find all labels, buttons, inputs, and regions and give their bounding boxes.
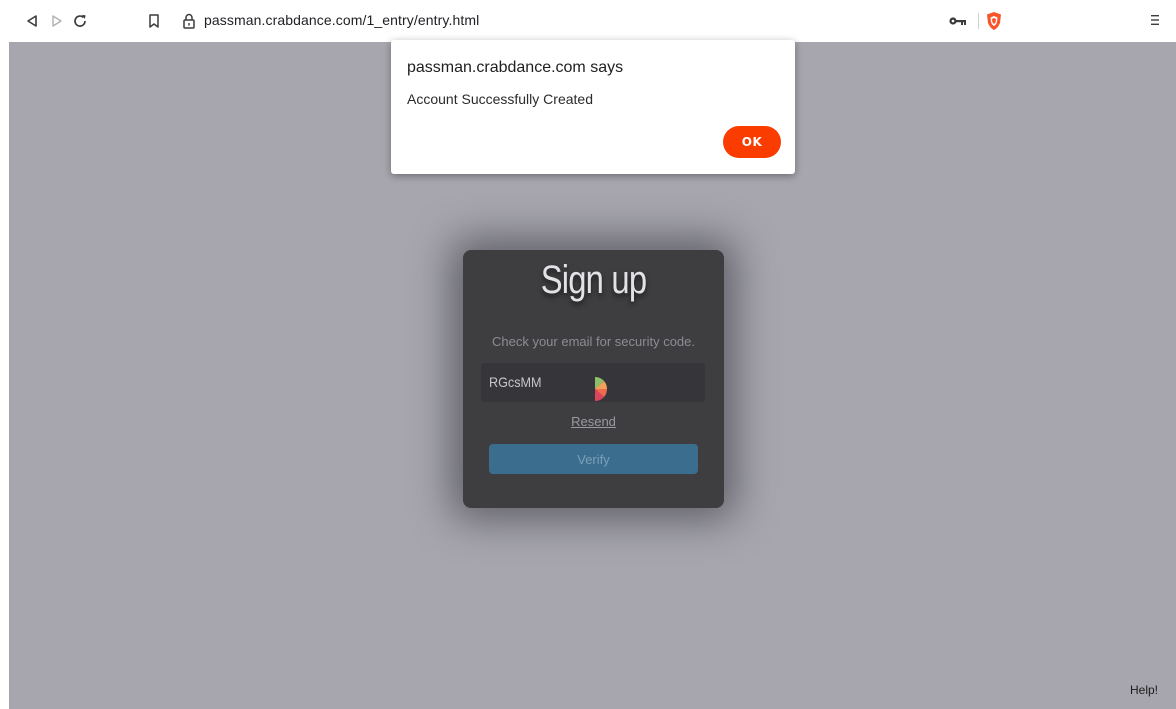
brave-shield-icon[interactable] [985, 11, 1003, 31]
address-bar[interactable]: passman.crabdance.com/1_entry/entry.html [172, 7, 1012, 35]
dialog-title: passman.crabdance.com says [407, 59, 624, 76]
signup-title: Sign up [540, 258, 647, 302]
address-bar-divider [978, 13, 979, 29]
help-link[interactable]: Help! [1130, 683, 1158, 697]
loading-spinner-icon [585, 369, 613, 405]
url-text[interactable]: passman.crabdance.com/1_entry/entry.html [204, 12, 479, 28]
forward-icon[interactable] [47, 11, 67, 31]
verify-button[interactable]: Verify [489, 444, 698, 474]
alert-dialog: passman.crabdance.com says Account Succe… [391, 40, 795, 174]
hamburger-menu-icon[interactable] [1148, 11, 1166, 31]
reload-icon[interactable] [70, 11, 90, 31]
lock-icon[interactable] [182, 13, 196, 29]
back-icon[interactable] [22, 11, 42, 31]
browser-toolbar: passman.crabdance.com/1_entry/entry.html [0, 0, 1176, 42]
key-icon[interactable] [948, 13, 968, 29]
page-left-edge [0, 42, 9, 709]
bookmark-icon[interactable] [144, 11, 164, 31]
ok-button[interactable]: OK [723, 126, 781, 158]
dialog-message: Account Successfully Created [407, 91, 593, 107]
resend-link[interactable]: Resend [463, 414, 724, 429]
security-code-value: RGcsMM [489, 374, 542, 390]
signup-card: Sign up Check your email for security co… [463, 250, 724, 508]
security-code-hint: Check your email for security code. [491, 334, 696, 349]
security-code-input[interactable]: RGcsMM [481, 363, 705, 402]
